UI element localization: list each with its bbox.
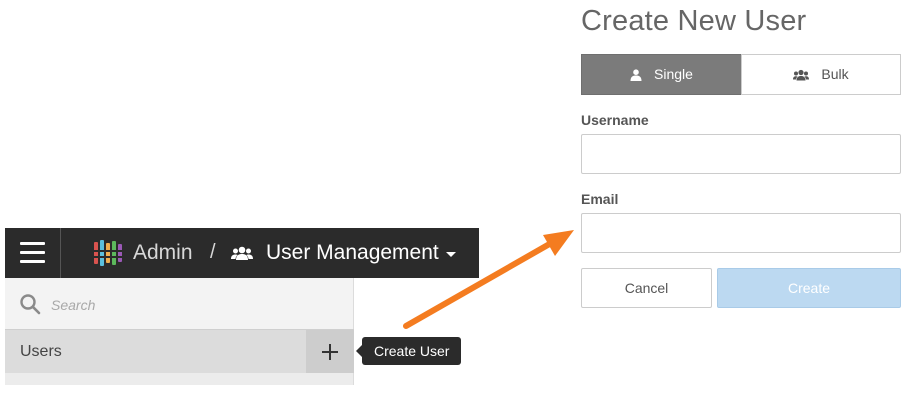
breadcrumb-user-management[interactable]: User Management [266,241,439,265]
search-icon [20,294,41,315]
users-icon [231,246,253,260]
breadcrumb-separator: / [210,241,216,263]
email-label: Email [581,191,619,207]
top-nav-bar: Admin / User Management [5,228,479,278]
create-user-tooltip: Create User [355,337,462,365]
screenshot-canvas: Admin / User Management Search Users Cre… [0,0,917,407]
breadcrumb-admin[interactable]: Admin [133,241,193,265]
hamburger-menu-icon[interactable] [5,228,61,278]
tab-bulk[interactable]: Bulk [741,54,901,95]
sidebar-search: Search [5,278,354,329]
user-icon [630,69,642,81]
tab-bulk-label: Bulk [821,66,849,82]
add-user-button[interactable] [306,330,354,373]
tab-single[interactable]: Single [581,54,742,95]
users-icon [793,69,810,81]
search-input[interactable]: Search [51,297,95,313]
sidebar-item-label: Users [20,343,62,360]
tab-single-label: Single [654,66,693,82]
app-logo-icon[interactable] [94,240,122,266]
sidebar-item-users[interactable]: Users [5,329,354,373]
username-label: Username [581,112,649,128]
page-title: Create New User [581,5,807,37]
sidebar-list-next-row [5,373,354,385]
chevron-down-icon[interactable] [446,252,456,257]
create-button[interactable]: Create [717,268,901,308]
email-field[interactable] [581,213,901,253]
username-field[interactable] [581,134,901,174]
cancel-button[interactable]: Cancel [581,268,712,308]
